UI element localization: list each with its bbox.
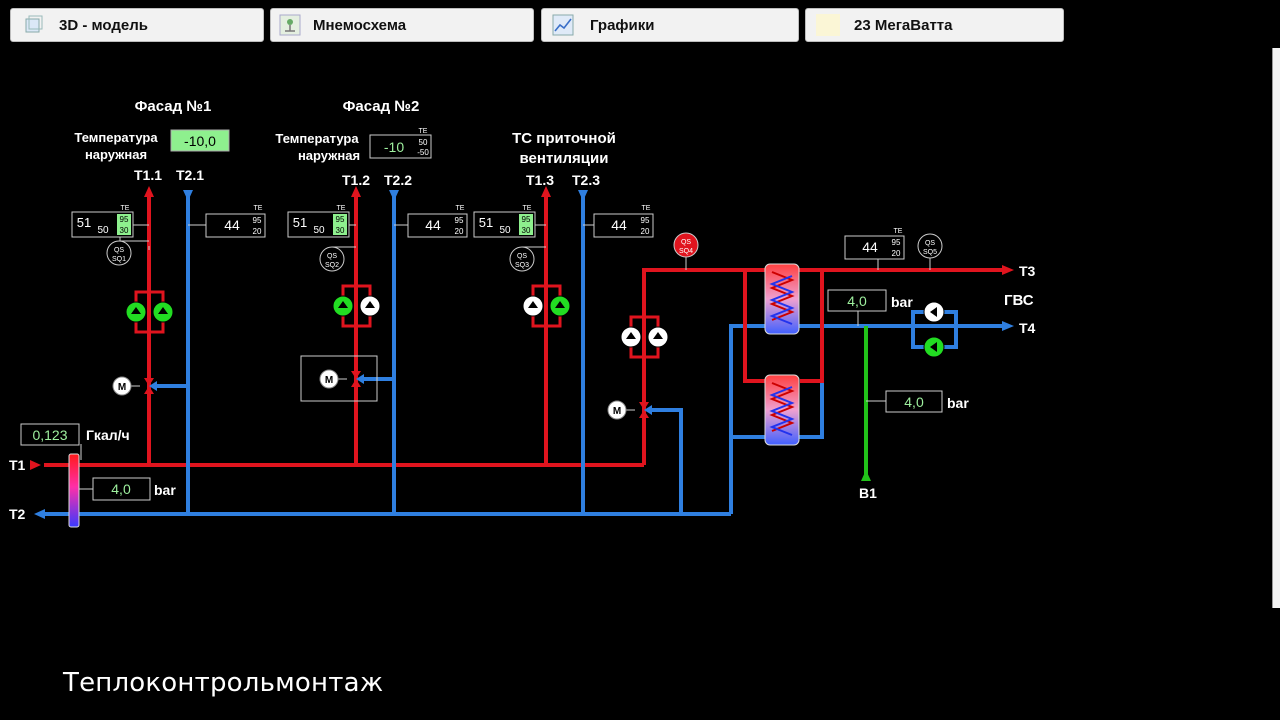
pressure-unit: bar xyxy=(891,294,913,310)
range-high: 50 xyxy=(419,138,428,147)
pipe-label-b1: В1 xyxy=(859,485,877,501)
facade2-title: Фасад №2 xyxy=(343,98,420,115)
pressure-unit: bar xyxy=(947,395,969,411)
range-high: 95 xyxy=(892,238,901,247)
range-high: 95 xyxy=(522,215,531,224)
pipe-label-t1-2: Т1.2 xyxy=(342,172,370,188)
pipe-label-t1: Т1 xyxy=(9,457,26,473)
outdoor-temp-label: Температура xyxy=(74,130,158,145)
te-tag: TE xyxy=(523,205,532,212)
qs-tag: SQ4 xyxy=(679,248,693,255)
te-tag: TE xyxy=(419,128,428,135)
motor-label: M xyxy=(325,375,333,386)
pipe-label-t1-3: Т1.3 xyxy=(526,172,554,188)
facade1-title: Фасад №1 xyxy=(135,98,212,115)
range-low: 30 xyxy=(522,226,531,235)
pipe-label-t3: Т3 xyxy=(1019,263,1036,279)
heat-value: 0,123 xyxy=(32,427,67,443)
facade1: Фасад №1 Температура наружная -10,0 Т1.1… xyxy=(71,98,266,396)
arrow-down xyxy=(578,190,588,201)
supply-temp-value: 51 xyxy=(293,215,307,230)
arrow-right xyxy=(30,460,41,470)
dhw-temp-value: 44 xyxy=(862,239,878,255)
te-tag: TE xyxy=(642,205,651,212)
range-high: 95 xyxy=(120,215,129,224)
te-tag: TE xyxy=(121,205,130,212)
company-watermark: Теплоконтрольмонтаж xyxy=(63,668,384,698)
motor-label: M xyxy=(613,406,621,417)
heat-exchanger-icon xyxy=(764,374,800,446)
connector-lines xyxy=(74,224,886,490)
arrow-left xyxy=(34,509,45,519)
ventilation: ТС приточной вентиляции Т1.3 Т2.3 51 50 … xyxy=(473,130,654,328)
pressure-value: 4,0 xyxy=(847,293,867,309)
range-low: 20 xyxy=(253,227,262,236)
pressure-value: 4,0 xyxy=(111,481,131,497)
te-tag: TE xyxy=(337,205,346,212)
range-low: -50 xyxy=(417,148,429,157)
qs-tag: QS xyxy=(925,240,935,247)
range-low: 30 xyxy=(336,226,345,235)
qs-tag: QS xyxy=(114,247,124,254)
pipe-label-t1-1: Т1.1 xyxy=(134,167,162,183)
heat-exchanger-icon xyxy=(764,263,800,335)
qs-tag: SQ1 xyxy=(112,256,126,263)
outdoor-temp-value: -10,0 xyxy=(184,133,216,149)
outdoor-temp-label: наружная xyxy=(298,148,360,163)
qs-tag: SQ2 xyxy=(325,262,339,269)
arrow-up xyxy=(861,470,871,481)
qs-tag: QS xyxy=(517,253,527,260)
pipe-label-t2-2: Т2.2 xyxy=(384,172,412,188)
supply-temp-value: 51 xyxy=(77,215,91,230)
main-inlet: 0,123 Гкал/ч 4,0 bar Т1 Т2 xyxy=(9,423,176,528)
arrow-down xyxy=(183,190,193,201)
pipe-label-t2-1: Т2.1 xyxy=(176,167,204,183)
range-low: 20 xyxy=(641,227,650,236)
qs-tag: QS xyxy=(327,253,337,260)
return-temp-value: 44 xyxy=(611,217,627,233)
range-low: 20 xyxy=(455,227,464,236)
pressure-unit: bar xyxy=(154,482,176,498)
heat-unit: Гкал/ч xyxy=(86,427,130,443)
outdoor-temp-label: наружная xyxy=(85,147,147,162)
te-tag: TE xyxy=(456,205,465,212)
range-low: 20 xyxy=(892,249,901,258)
arrow-up xyxy=(144,186,154,197)
mnemonic-diagram: Фасад №1 Температура наружная -10,0 Т1.1… xyxy=(9,98,1036,528)
range-high: 95 xyxy=(641,216,650,225)
facade2: Фасад №2 Температура наружная -10 TE 50 … xyxy=(275,98,468,402)
range-high: 95 xyxy=(336,215,345,224)
motor-label: M xyxy=(118,382,126,393)
pipe-label-t4: Т4 xyxy=(1019,320,1036,336)
vent-title: вентиляции xyxy=(520,150,609,167)
dhw-bypass-pipe xyxy=(650,408,683,514)
supply-temp-value: 51 xyxy=(479,215,493,230)
pressure-value: 4,0 xyxy=(904,394,924,410)
pipe-label-t2-3: Т2.3 xyxy=(572,172,600,188)
qs-tag: SQ3 xyxy=(515,262,529,269)
vent-title: ТС приточной xyxy=(512,130,616,147)
supply-setpoint: 50 xyxy=(499,225,511,236)
supply-setpoint: 50 xyxy=(313,225,325,236)
qs-tag: SQ5 xyxy=(923,249,937,256)
outdoor-temp-label: Температура xyxy=(275,131,359,146)
dhw-label: ГВС xyxy=(1004,292,1034,309)
range-high: 95 xyxy=(455,216,464,225)
supply-setpoint: 50 xyxy=(97,225,109,236)
qs-tag: QS xyxy=(681,239,691,246)
return-temp-value: 44 xyxy=(425,217,441,233)
te-tag: TE xyxy=(254,205,263,212)
pipe-label-t2: Т2 xyxy=(9,506,26,522)
arrow-right xyxy=(1002,321,1014,331)
heat-meter-icon xyxy=(68,453,80,528)
outdoor-temp-value: -10 xyxy=(384,139,404,155)
arrow-right xyxy=(1002,265,1014,275)
return-temp-value: 44 xyxy=(224,217,240,233)
range-high: 95 xyxy=(253,216,262,225)
arrow-down xyxy=(389,190,399,201)
te-tag: TE xyxy=(894,228,903,235)
range-low: 30 xyxy=(120,226,129,235)
